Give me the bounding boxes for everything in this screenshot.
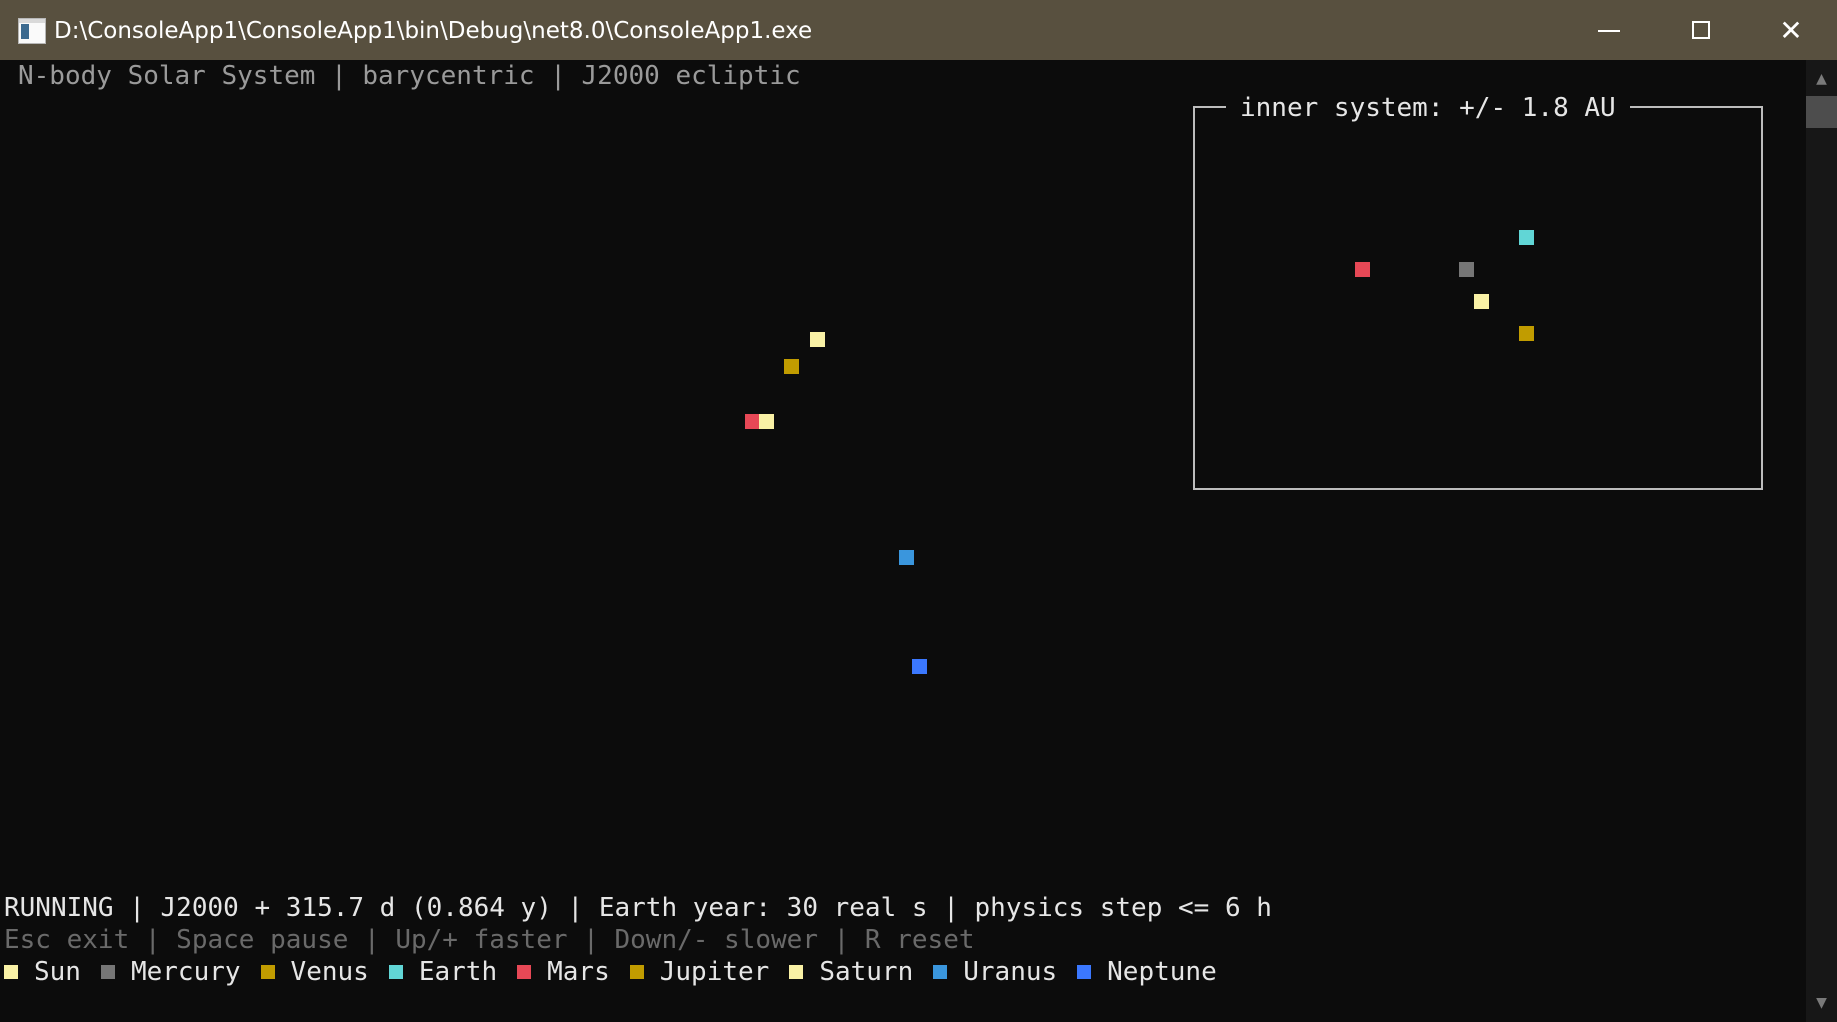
scroll-up-icon[interactable]: ▲ xyxy=(1806,64,1837,94)
legend-item-uranus: Uranus xyxy=(933,956,1057,988)
key-help-line: Esc exit | Space pause | Up/+ faster | D… xyxy=(4,925,975,955)
legend-label: Saturn xyxy=(819,957,914,987)
maximize-button[interactable] xyxy=(1655,0,1747,60)
inset-mercury-marker xyxy=(1459,262,1474,277)
scroll-down-icon[interactable]: ▼ xyxy=(1806,988,1837,1018)
legend-label: Mars xyxy=(547,957,610,987)
legend-swatch xyxy=(100,965,115,979)
maximize-icon xyxy=(1692,21,1710,39)
legend-item-mercury: Mercury xyxy=(100,956,241,988)
legend-item-saturn: Saturn xyxy=(789,956,913,988)
scroll-thumb[interactable] xyxy=(1806,96,1837,128)
inset-title: inner system: +/- 1.8 AU xyxy=(1226,92,1630,124)
legend-label: Uranus xyxy=(963,957,1058,987)
legend-label: Earth xyxy=(418,957,498,987)
main-sun-marker xyxy=(810,332,825,347)
legend-item-earth: Earth xyxy=(388,956,498,988)
window-title: D:\ConsoleApp1\ConsoleApp1\bin\Debug\net… xyxy=(54,18,813,44)
main-mars-marker xyxy=(745,414,760,429)
legend-label: Sun xyxy=(34,957,81,987)
main-saturn-marker xyxy=(759,414,774,429)
inset-earth-marker xyxy=(1519,230,1534,245)
legend-swatch xyxy=(629,965,644,979)
legend-item-venus: Venus xyxy=(260,956,369,988)
vertical-scrollbar[interactable]: ▲ ▼ xyxy=(1806,60,1837,1022)
minimize-button[interactable] xyxy=(1563,0,1655,60)
inset-venus-marker xyxy=(1519,326,1534,341)
legend-item-sun: Sun xyxy=(4,956,81,988)
planet-legend: Sun Mercury Venus Earth Mars Jupiter Sat… xyxy=(4,956,1237,988)
legend-label: Neptune xyxy=(1107,957,1217,987)
legend-item-jupiter: Jupiter xyxy=(629,956,770,988)
console-window: D:\ConsoleApp1\ConsoleApp1\bin\Debug\net… xyxy=(0,0,1837,1022)
legend-swatch xyxy=(388,965,403,979)
close-button[interactable]: ✕ xyxy=(1745,0,1837,60)
legend-swatch xyxy=(1077,965,1092,979)
legend-swatch xyxy=(260,965,275,979)
title-bar[interactable]: D:\ConsoleApp1\ConsoleApp1\bin\Debug\net… xyxy=(0,0,1837,60)
legend-swatch xyxy=(517,965,532,979)
main-uranus-marker xyxy=(899,550,914,565)
legend-label: Venus xyxy=(290,957,369,987)
legend-item-mars: Mars xyxy=(517,956,610,988)
status-line: RUNNING | J2000 + 315.7 d (0.864 y) | Ea… xyxy=(4,893,1272,923)
main-venus-marker xyxy=(784,359,799,374)
inset-mars-marker xyxy=(1355,262,1370,277)
legend-item-neptune: Neptune xyxy=(1077,956,1217,988)
main-neptune-marker xyxy=(912,659,927,674)
legend-swatch xyxy=(789,965,804,979)
console-app-icon[interactable] xyxy=(18,18,46,44)
legend-swatch xyxy=(933,965,948,979)
legend-label: Mercury xyxy=(130,957,241,987)
minimize-icon xyxy=(1598,30,1620,32)
close-icon: ✕ xyxy=(1779,13,1803,47)
legend-swatch xyxy=(4,965,18,979)
legend-label: Jupiter xyxy=(659,957,770,987)
header-text: N-body Solar System | barycentric | J200… xyxy=(18,61,801,91)
inset-sun-marker xyxy=(1474,294,1489,309)
